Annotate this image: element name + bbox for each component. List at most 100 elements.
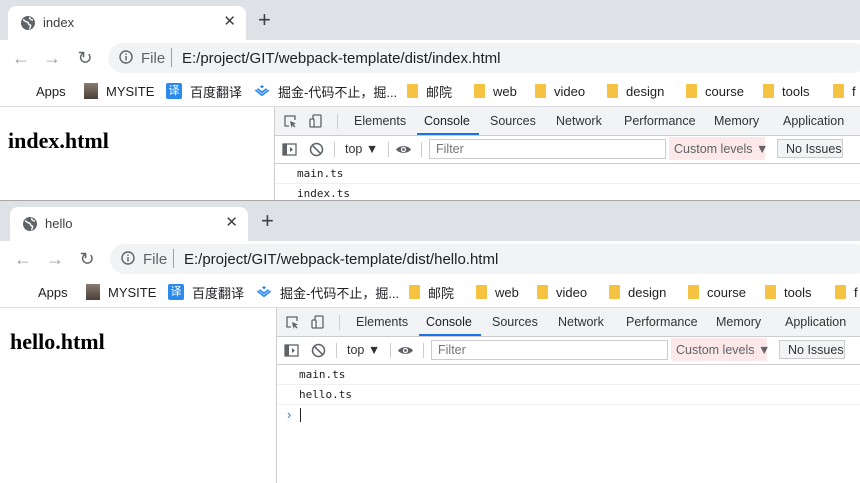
- console-message: hello.ts: [277, 385, 860, 405]
- info-icon[interactable]: [121, 251, 135, 265]
- divider: [423, 343, 424, 358]
- address-bar[interactable]: File E:/project/GIT/webpack-template/dis…: [108, 43, 860, 73]
- tab-network[interactable]: Network: [558, 315, 604, 329]
- close-tab-icon[interactable]: ✕: [223, 13, 236, 31]
- bookmark-folder-design[interactable]: design: [607, 82, 664, 100]
- bookmark-apps[interactable]: Apps: [14, 82, 66, 100]
- tab-memory[interactable]: Memory: [716, 315, 761, 329]
- forward-arrow-icon[interactable]: →: [45, 249, 65, 269]
- issues-label: No Issues: [786, 142, 842, 156]
- tab-application[interactable]: Application: [785, 315, 846, 329]
- context-selector[interactable]: top ▼: [345, 142, 378, 156]
- bookmark-folder-video[interactable]: video: [535, 82, 585, 100]
- custom-levels-label: Custom levels ▼: [674, 142, 769, 156]
- reload-icon[interactable]: ↻: [77, 249, 97, 269]
- filter-box[interactable]: [429, 139, 666, 159]
- clear-console-icon[interactable]: [309, 142, 324, 157]
- bookmark-apps[interactable]: Apps: [16, 283, 68, 301]
- tab-application[interactable]: Application: [783, 114, 844, 128]
- bookmark-label: video: [554, 83, 586, 99]
- bookmark-folder-f[interactable]: f: [833, 82, 856, 100]
- active-tab-indicator: [417, 133, 479, 135]
- bookmark-mysite[interactable]: MYSITE: [84, 82, 154, 100]
- bookmark-folder-course[interactable]: course: [688, 283, 746, 301]
- tab-elements[interactable]: Elements: [356, 315, 408, 329]
- tab-console[interactable]: Console: [426, 315, 472, 329]
- issues-button[interactable]: No Issues: [779, 340, 845, 359]
- new-tab-button[interactable]: +: [258, 9, 271, 31]
- bookmark-folder-youyuan[interactable]: 邮院: [407, 82, 452, 100]
- page-heading: hello.html: [10, 329, 105, 354]
- tab-performance[interactable]: Performance: [624, 114, 696, 128]
- sidebar-toggle-icon[interactable]: [282, 142, 297, 157]
- inspect-element-icon[interactable]: [285, 315, 299, 329]
- device-toolbar-icon[interactable]: [311, 315, 325, 329]
- filter-box[interactable]: [431, 340, 668, 360]
- clear-console-icon[interactable]: [311, 343, 326, 358]
- bookmark-folder-web[interactable]: web: [476, 283, 519, 301]
- divider: [421, 142, 422, 157]
- custom-levels-label: Custom levels ▼: [676, 343, 771, 357]
- eye-icon[interactable]: [395, 142, 412, 157]
- console-message-text: index.ts: [297, 187, 350, 200]
- tab-network[interactable]: Network: [556, 114, 602, 128]
- custom-levels-dropdown[interactable]: Custom levels ▼: [671, 338, 771, 361]
- tab-performance[interactable]: Performance: [626, 315, 698, 329]
- forward-arrow-icon[interactable]: →: [42, 48, 62, 68]
- new-tab-button[interactable]: +: [261, 210, 274, 232]
- sidebar-toggle-icon[interactable]: [284, 343, 299, 358]
- bookmark-mysite[interactable]: MYSITE: [86, 283, 156, 301]
- console-toolbar: top ▼ Custom levels ▼ No Issues: [277, 337, 860, 365]
- bookmark-label: 掘金-代码不止，掘...: [278, 84, 398, 100]
- back-arrow-icon[interactable]: ←: [13, 249, 33, 269]
- browser-tab-index[interactable]: index ✕: [8, 6, 246, 40]
- address-bar[interactable]: File E:/project/GIT/webpack-template/dis…: [110, 244, 860, 274]
- bookmark-folder-tools[interactable]: tools: [763, 82, 809, 100]
- folder-icon: [607, 84, 618, 98]
- reload-icon[interactable]: ↻: [75, 48, 95, 68]
- tab-memory[interactable]: Memory: [714, 114, 759, 128]
- close-tab-icon[interactable]: ✕: [225, 214, 238, 232]
- device-toolbar-icon[interactable]: [309, 114, 323, 128]
- bookmark-folder-design[interactable]: design: [609, 283, 666, 301]
- tab-console[interactable]: Console: [424, 114, 470, 128]
- bookmark-folder-video[interactable]: video: [537, 283, 587, 301]
- globe-icon: [23, 217, 37, 231]
- bookmark-folder-f[interactable]: f: [835, 283, 858, 301]
- folder-icon: [537, 285, 548, 299]
- filter-input[interactable]: [438, 342, 658, 358]
- tab-title: index: [43, 15, 75, 30]
- active-tab-indicator: [419, 334, 481, 336]
- custom-levels-dropdown[interactable]: Custom levels ▼: [669, 137, 769, 160]
- bookmark-label: Apps: [38, 284, 68, 300]
- filter-input[interactable]: [436, 141, 656, 157]
- info-icon[interactable]: [119, 50, 133, 64]
- juejin-icon: [254, 85, 270, 97]
- bookmark-folder-youyuan[interactable]: 邮院: [409, 283, 454, 301]
- bookmark-folder-course[interactable]: course: [686, 82, 744, 100]
- url-text[interactable]: E:/project/GIT/webpack-template/dist/ind…: [182, 50, 500, 67]
- url-text[interactable]: E:/project/GIT/webpack-template/dist/hel…: [184, 251, 498, 268]
- bookmark-label: f: [854, 284, 858, 300]
- juejin-icon: [256, 286, 272, 298]
- bookmark-juejin[interactable]: 掘金-代码不止，掘...: [256, 283, 399, 301]
- tab-sources[interactable]: Sources: [490, 114, 536, 128]
- apps-grid-icon: [16, 285, 30, 299]
- bookmark-fanyi[interactable]: 译 百度翻译: [168, 283, 244, 301]
- tab-sources[interactable]: Sources: [492, 315, 538, 329]
- back-arrow-icon[interactable]: ←: [11, 48, 31, 68]
- issues-button[interactable]: No Issues: [777, 139, 843, 158]
- eye-icon[interactable]: [397, 343, 414, 358]
- browser-toolbar: ← → ↻ File E:/project/GIT/webpack-templa…: [0, 40, 860, 76]
- console-toolbar: top ▼ Custom levels ▼ No Issues: [275, 136, 860, 164]
- console-input-caret[interactable]: [300, 408, 301, 422]
- bookmark-fanyi[interactable]: 译 百度翻译: [166, 82, 242, 100]
- bookmark-juejin[interactable]: 掘金-代码不止，掘...: [254, 82, 397, 100]
- folder-icon: [835, 285, 846, 299]
- context-selector[interactable]: top ▼: [347, 343, 380, 357]
- bookmark-folder-tools[interactable]: tools: [765, 283, 811, 301]
- browser-tab-hello[interactable]: hello ✕: [10, 207, 248, 241]
- tab-elements[interactable]: Elements: [354, 114, 406, 128]
- inspect-element-icon[interactable]: [283, 114, 297, 128]
- bookmark-folder-web[interactable]: web: [474, 82, 517, 100]
